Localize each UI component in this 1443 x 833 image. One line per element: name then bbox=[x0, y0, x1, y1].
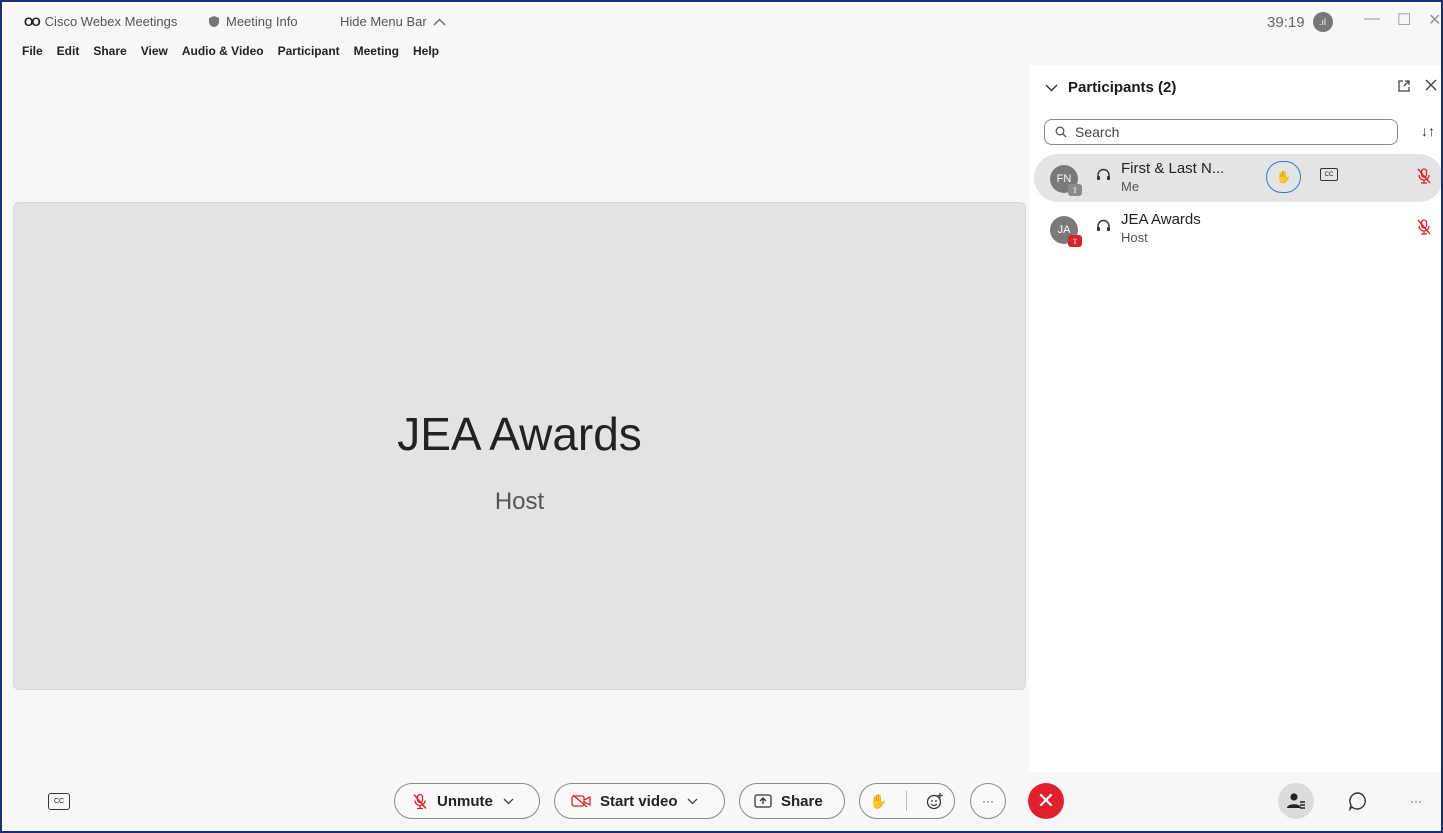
meeting-timer: 39:19 .ıl bbox=[1267, 12, 1333, 32]
unmute-label: Unmute bbox=[437, 792, 493, 810]
share-button[interactable]: Share bbox=[739, 783, 845, 819]
menu-bar: File Edit Share View Audio & Video Parti… bbox=[22, 44, 439, 58]
menu-file[interactable]: File bbox=[22, 44, 43, 58]
meeting-info-button[interactable]: Meeting Info bbox=[208, 14, 298, 29]
share-screen-icon bbox=[754, 794, 772, 808]
pop-out-icon[interactable] bbox=[1397, 79, 1411, 93]
avatar: JA ⇧ bbox=[1050, 216, 1082, 247]
hand-reactions-group: ✋ bbox=[859, 783, 955, 819]
title-bar: OO Cisco Webex Meetings Meeting Info Hid… bbox=[0, 0, 1443, 42]
menu-edit[interactable]: Edit bbox=[57, 44, 80, 58]
stage-participant-name: JEA Awards bbox=[397, 408, 642, 460]
share-status-icon: ⇧ bbox=[1068, 184, 1082, 196]
hide-menu-bar-button[interactable]: Hide Menu Bar bbox=[340, 14, 446, 29]
search-placeholder: Search bbox=[1075, 124, 1120, 140]
participant-row[interactable]: FN ⇧ First & Last N... Me ✋ CC bbox=[1034, 154, 1443, 202]
participant-row[interactable]: JA ⇧ JEA Awards Host bbox=[1034, 205, 1443, 253]
start-video-label: Start video bbox=[600, 792, 678, 810]
minimize-icon[interactable]: — bbox=[1364, 10, 1380, 28]
chevron-down-icon[interactable] bbox=[687, 798, 698, 805]
timer-value: 39:19 bbox=[1267, 13, 1305, 31]
closed-captions-button[interactable]: CC bbox=[48, 793, 70, 810]
reactions-icon[interactable] bbox=[926, 792, 944, 810]
participants-panel: Participants (2) Search ↓↑ FN ⇧ First & … bbox=[1029, 65, 1443, 772]
network-signal-icon[interactable]: .ıl bbox=[1312, 12, 1333, 32]
leave-meeting-button[interactable]: ✕ bbox=[1028, 783, 1064, 819]
more-options-button[interactable]: ··· bbox=[970, 783, 1006, 819]
hand-icon: ✋ bbox=[1276, 170, 1291, 184]
headset-icon bbox=[1097, 168, 1110, 180]
more-panels-button[interactable]: ··· bbox=[1398, 783, 1434, 819]
menu-help[interactable]: Help bbox=[413, 44, 439, 58]
menu-view[interactable]: View bbox=[141, 44, 168, 58]
participants-toggle-button[interactable] bbox=[1278, 783, 1314, 819]
unmute-button[interactable]: Unmute bbox=[394, 783, 540, 819]
participant-role: Me bbox=[1121, 179, 1140, 194]
maximize-icon[interactable]: ☐ bbox=[1397, 10, 1411, 30]
closed-caption-icon[interactable]: CC bbox=[1320, 168, 1338, 181]
microphone-muted-icon[interactable] bbox=[1417, 168, 1431, 184]
share-status-icon: ⇧ bbox=[1068, 235, 1082, 247]
participants-title: Participants (2) bbox=[1068, 79, 1177, 96]
headset-icon bbox=[1097, 219, 1110, 231]
sort-icon[interactable]: ↓↑ bbox=[1421, 123, 1435, 139]
menu-participant[interactable]: Participant bbox=[278, 44, 340, 58]
shield-icon bbox=[209, 16, 219, 27]
meeting-info-label: Meeting Info bbox=[226, 14, 298, 29]
close-icon: ✕ bbox=[1036, 788, 1056, 813]
participants-icon bbox=[1287, 793, 1305, 809]
chevron-up-icon bbox=[433, 18, 446, 25]
share-label: Share bbox=[781, 792, 823, 810]
hide-menu-label: Hide Menu Bar bbox=[340, 14, 427, 29]
chat-button[interactable] bbox=[1340, 783, 1376, 819]
participant-name: JEA Awards bbox=[1121, 211, 1201, 228]
raise-hand-button[interactable]: ✋ bbox=[1266, 161, 1301, 193]
app-title: OO Cisco Webex Meetings bbox=[24, 14, 177, 29]
chevron-down-icon bbox=[1045, 84, 1058, 91]
video-stage: JEA Awards Host bbox=[13, 202, 1026, 690]
stage-participant-role: Host bbox=[494, 488, 545, 515]
participant-role: Host bbox=[1121, 230, 1148, 245]
close-panel-icon[interactable] bbox=[1425, 79, 1437, 91]
chat-icon bbox=[1348, 792, 1366, 811]
more-icon: ··· bbox=[982, 794, 994, 808]
participant-search-input[interactable]: Search bbox=[1044, 119, 1398, 145]
app-name: Cisco Webex Meetings bbox=[44, 14, 178, 29]
participant-name: First & Last N... bbox=[1121, 160, 1225, 177]
menu-meeting[interactable]: Meeting bbox=[354, 44, 399, 58]
start-video-button[interactable]: Start video bbox=[554, 783, 725, 819]
avatar-initials: JA bbox=[1057, 224, 1071, 236]
divider bbox=[906, 791, 908, 811]
avatar: FN ⇧ bbox=[1050, 165, 1082, 196]
webex-logo-icon: OO bbox=[24, 14, 41, 29]
chevron-down-icon[interactable] bbox=[503, 798, 514, 805]
menu-audio-video[interactable]: Audio & Video bbox=[182, 44, 264, 58]
video-off-icon bbox=[571, 794, 591, 808]
raise-hand-icon[interactable]: ✋ bbox=[870, 793, 887, 810]
participants-header[interactable]: Participants (2) bbox=[1045, 79, 1176, 96]
microphone-muted-icon[interactable] bbox=[1417, 219, 1431, 235]
microphone-muted-icon bbox=[413, 793, 427, 809]
close-window-icon[interactable]: ✕ bbox=[1428, 10, 1441, 30]
search-icon bbox=[1055, 126, 1067, 138]
menu-share[interactable]: Share bbox=[93, 44, 126, 58]
more-panels-icon: ··· bbox=[1410, 794, 1422, 808]
